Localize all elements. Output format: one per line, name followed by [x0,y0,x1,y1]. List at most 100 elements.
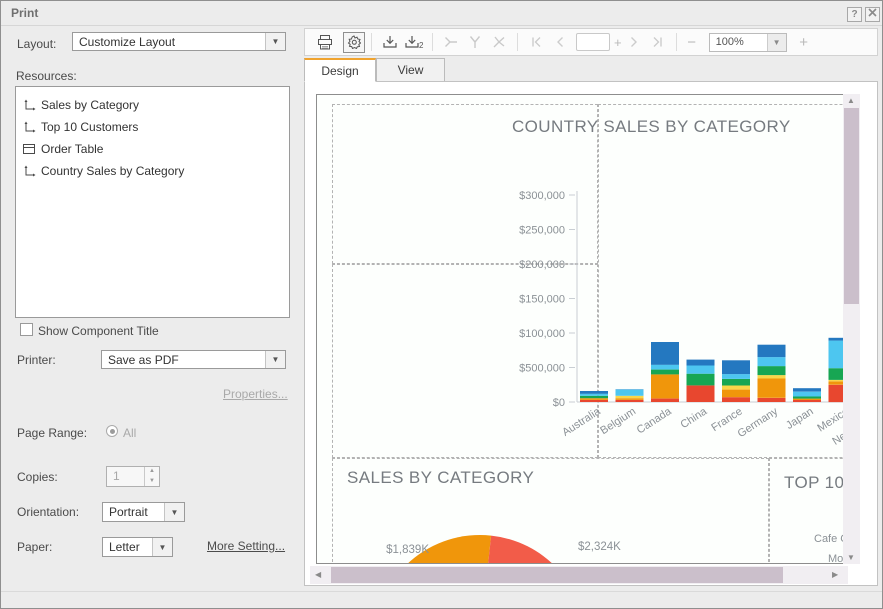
merge-up-button[interactable] [463,31,487,53]
resource-item-label: Top 10 Customers [41,120,138,134]
layout-label: Layout: [17,37,56,51]
preview-toolbar: 2 + [304,28,878,56]
chevron-down-icon: ▼ [152,538,172,556]
chevron-down-icon: ▼ [265,351,285,368]
chevron-down-icon: ▼ [767,34,786,51]
chevron-down-icon: ▼ [164,503,184,521]
first-page-button[interactable] [524,31,548,53]
chevron-left-icon [553,35,567,49]
chart-axes-icon [22,120,36,134]
orientation-dropdown[interactable]: Portrait ▼ [102,502,185,522]
toolbar-separator [371,33,372,51]
chart-axes-icon [22,164,36,178]
export-button[interactable] [378,31,402,53]
branch-icon [490,33,508,51]
toolbar-separator [432,33,433,51]
tab-design-label: Design [321,64,358,78]
copies-spin-buttons[interactable]: ▲ ▼ [144,467,159,486]
tab-view-label: View [398,63,424,77]
resource-item-label: Order Table [41,142,103,156]
resource-item[interactable]: Order Table [16,138,289,160]
paper-label: Paper: [17,540,52,554]
previous-page-button[interactable] [548,31,572,53]
spin-up-icon[interactable]: ▲ [145,467,159,477]
page-range-all-label: All [123,426,136,440]
dialog-title: Print [11,6,38,20]
copies-stepper[interactable]: 1 ▲ ▼ [106,466,160,487]
scroll-left-icon[interactable]: ◀ [315,571,321,579]
plus-icon: + [799,34,808,51]
chevron-right-icon [627,35,641,49]
toolbar-separator [676,33,677,51]
table-icon [22,142,36,156]
toolbar-separator [517,33,518,51]
bottom-divider [1,591,883,592]
horizontal-scrollbar-thumb[interactable] [331,567,783,583]
paper-dropdown[interactable]: Letter ▼ [102,537,173,557]
minus-icon: − [687,34,696,51]
page-range-label: Page Range: [17,426,87,440]
tab-view[interactable]: View [376,58,445,82]
page-plus-label: + [614,35,622,50]
resources-listbox[interactable]: Sales by Category Top 10 Customers Order… [15,86,290,318]
properties-link[interactable]: Properties... [223,387,288,401]
tab-design[interactable]: Design [304,58,376,82]
resource-item[interactable]: Country Sales by Category [16,160,289,182]
scroll-down-icon[interactable]: ▼ [847,554,855,562]
resource-item[interactable]: Sales by Category [16,94,289,116]
close-button[interactable] [865,7,880,22]
resource-item-label: Country Sales by Category [41,164,184,178]
resources-label: Resources: [16,69,77,83]
top10-row-text: Mo [828,553,843,564]
print-settings-button[interactable] [343,32,365,53]
horizontal-scrollbar[interactable]: ◀ ▶ [310,566,848,584]
printer-dropdown-value: Save as PDF [102,353,265,367]
copies-label: Copies: [17,470,58,484]
sales-by-category-title: SALES BY CATEGORY [347,468,534,488]
resource-item[interactable]: Top 10 Customers [16,116,289,138]
download-icon [381,33,399,51]
preview-page[interactable]: COUNTRY SALES BY CATEGORY SALES BY CATEG… [316,94,847,564]
show-component-title-checkbox[interactable] [20,323,33,336]
copies-value: 1 [107,467,144,486]
branch-button[interactable] [487,31,511,53]
scroll-up-icon[interactable]: ▲ [847,97,855,105]
gear-icon [347,35,361,49]
scroll-right-icon[interactable]: ▶ [832,571,838,579]
close-icon [868,8,877,17]
first-page-icon [529,35,543,49]
page-range-all-radio[interactable] [106,425,118,437]
paper-dropdown-value: Letter [103,540,152,554]
zoom-level-dropdown[interactable]: 100% ▼ [709,33,787,52]
layout-region-top-left-lower[interactable] [332,264,598,458]
zoom-out-button[interactable]: − [683,31,701,53]
country-sales-chart-title: COUNTRY SALES BY CATEGORY [512,117,791,137]
orientation-label: Orientation: [17,505,79,519]
svg-text:2: 2 [419,41,424,50]
more-setting-link[interactable]: More Setting... [207,539,285,553]
zoom-in-button[interactable]: + [795,31,813,53]
split-horizontal-button[interactable] [439,31,463,53]
vertical-scrollbar-thumb[interactable] [844,108,859,304]
layout-dropdown[interactable]: Customize Layout ▼ [72,32,286,51]
print-dialog: Print ? Layout: Customize Layout ▼ Resou… [0,0,883,609]
next-page-button[interactable] [622,31,646,53]
merge-up-icon [466,33,484,51]
vertical-scrollbar[interactable]: ▲ ▼ [843,94,860,564]
chevron-down-icon: ▼ [265,33,285,50]
orientation-dropdown-value: Portrait [103,505,164,519]
download-2-icon: 2 [404,33,424,51]
last-page-icon [651,35,665,49]
titlebar-divider [1,25,883,26]
printer-dropdown[interactable]: Save as PDF ▼ [101,350,286,369]
print-button[interactable] [313,31,337,53]
spin-down-icon[interactable]: ▼ [145,477,159,487]
layout-region-country-sales[interactable] [598,104,847,458]
help-button[interactable]: ? [847,7,862,22]
page-number-input[interactable] [576,33,610,51]
last-page-button[interactable] [646,31,670,53]
layout-dropdown-value: Customize Layout [73,35,265,49]
export-all-button[interactable]: 2 [402,31,426,53]
printer-icon [316,33,334,51]
printer-label: Printer: [17,353,56,367]
